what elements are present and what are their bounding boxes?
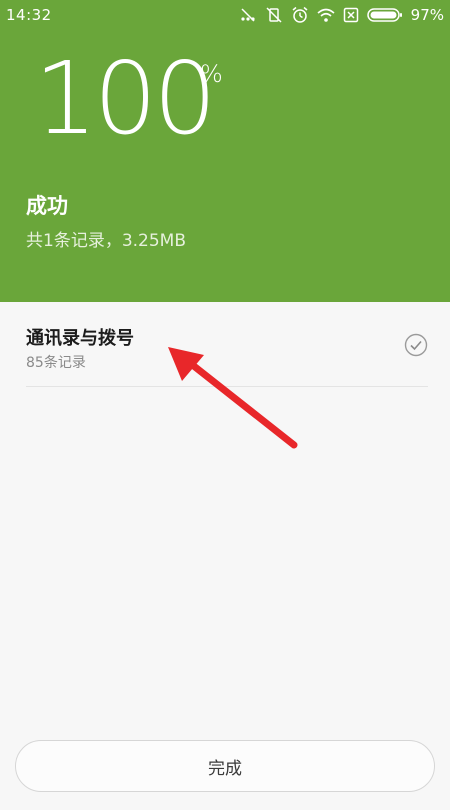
progress-unit: % xyxy=(200,60,223,88)
status-time: 14:32 xyxy=(6,6,52,24)
battery-percent: 97% xyxy=(410,6,444,24)
alarm-icon xyxy=(291,6,309,24)
backup-result-screen: 14:32 97% 100 % 成功 共1条记录，3.25MB 通讯录与拨号 8… xyxy=(0,0,450,810)
status-icons: 97% xyxy=(239,4,444,26)
progress-value: 100 xyxy=(34,40,217,157)
status-bar: 14:32 97% xyxy=(0,0,450,30)
vibrate-off-icon xyxy=(265,6,283,24)
list-item-title: 通讯录与拨号 xyxy=(26,328,134,349)
annotation-arrow-icon xyxy=(168,347,298,449)
battery-icon xyxy=(366,7,403,23)
sim-off-icon xyxy=(343,7,359,23)
result-header: 14:32 97% 100 % 成功 共1条记录，3.25MB xyxy=(0,0,450,302)
done-button[interactable]: 完成 xyxy=(15,740,435,792)
wifi-icon xyxy=(317,7,335,23)
list-item-count: 85条记录 xyxy=(26,355,86,371)
result-summary: 共1条记录，3.25MB xyxy=(26,231,186,251)
result-title: 成功 xyxy=(26,194,68,218)
signal-off-icon xyxy=(239,7,257,23)
check-circle-icon xyxy=(404,333,428,357)
